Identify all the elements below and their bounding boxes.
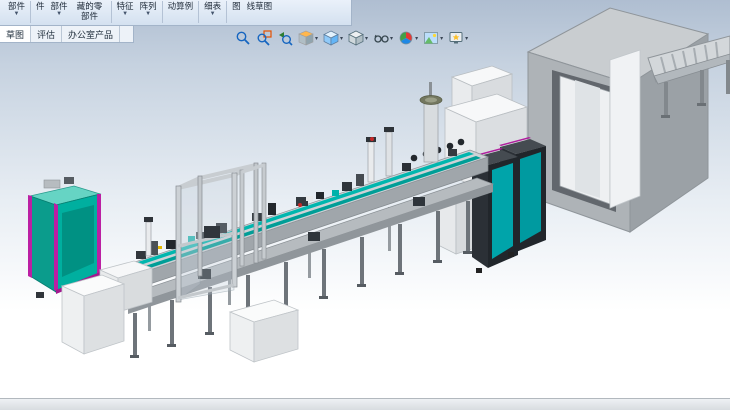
ribbon-tab-bar: 草图 评估 办公室产品 <box>0 26 134 43</box>
section-view-button[interactable]: ▾ <box>297 29 319 47</box>
zoom-to-area-icon <box>256 30 272 46</box>
display-style-icon <box>348 30 364 46</box>
dropdown-caret-icon: ▼ <box>56 11 62 18</box>
ribbon-item-label: 部件 <box>8 1 25 11</box>
solidworks-window: 部件 ▼ 件 部件 ▼ 藏的零部件 特征 ▼ 阵列 ▼ 动算例 细表 ▼ <box>0 0 730 410</box>
graphics-area[interactable] <box>0 0 730 398</box>
dropdown-caret-icon: ▼ <box>14 11 20 18</box>
view-orientation-button[interactable]: ▾ <box>322 29 344 47</box>
ribbon-item-bom[interactable]: 细表 ▼ <box>201 1 224 18</box>
tab-label: 办公室产品 <box>68 28 113 41</box>
ribbon-item-motion-study[interactable]: 动算例 <box>165 1 197 11</box>
large-machine-right[interactable] <box>528 8 708 232</box>
ribbon-item-label: 特征 <box>117 1 134 11</box>
dropdown-caret-icon: ▾ <box>390 35 393 42</box>
white-box-center[interactable] <box>230 300 298 362</box>
zoom-to-fit-button[interactable] <box>234 29 252 47</box>
zoom-to-area-button[interactable] <box>255 29 273 47</box>
ribbon-item-2[interactable]: 部件 ▼ <box>48 1 71 18</box>
display-style-button[interactable]: ▾ <box>347 29 369 47</box>
ribbon-item-label: 动算例 <box>168 1 194 11</box>
previous-view-icon <box>277 30 293 46</box>
ribbon-toolbar: 部件 ▼ 件 部件 ▼ 藏的零部件 特征 ▼ 阵列 ▼ 动算例 细表 ▼ <box>0 0 352 26</box>
dropdown-caret-icon: ▼ <box>122 11 128 18</box>
dropdown-caret-icon: ▾ <box>415 35 418 42</box>
ribbon-item-exploded-view[interactable]: 图 <box>229 1 244 11</box>
edit-appearance-icon <box>398 30 414 46</box>
ribbon-item-label: 线草图 <box>247 1 273 11</box>
heads-up-view-toolbar: ▾ ▾ ▾ ▾ ▾ ▾ ▾ <box>234 29 469 47</box>
tab-label: 草图 <box>6 28 24 41</box>
tab-office-products[interactable]: 办公室产品 <box>62 26 120 42</box>
ribbon-item-1[interactable]: 件 <box>33 1 48 11</box>
view-orientation-icon <box>323 30 339 46</box>
ribbon-item-label: 藏的零部件 <box>74 1 106 21</box>
ribbon-separator <box>226 1 227 23</box>
view-settings-button[interactable]: ▾ <box>447 29 469 47</box>
ribbon-item-label: 件 <box>36 1 45 11</box>
apply-scene-button[interactable]: ▾ <box>422 29 444 47</box>
ribbon-separator <box>162 1 163 23</box>
section-view-icon <box>298 30 314 46</box>
hide-show-items-icon <box>373 30 389 46</box>
ribbon-item-label: 细表 <box>204 1 221 11</box>
ribbon-separator <box>198 1 199 23</box>
tab-sketch[interactable]: 草图 <box>0 26 31 42</box>
tab-label: 评估 <box>37 28 55 41</box>
tab-evaluate[interactable]: 评估 <box>31 26 62 42</box>
ribbon-item-label: 图 <box>232 1 241 11</box>
dropdown-caret-icon: ▼ <box>145 11 151 18</box>
ribbon-item-label: 阵列 <box>140 1 157 11</box>
ribbon-item-pattern[interactable]: 阵列 ▼ <box>137 1 160 18</box>
hide-show-items-button[interactable]: ▾ <box>372 29 394 47</box>
previous-view-button[interactable] <box>276 29 294 47</box>
zoom-to-fit-icon <box>235 30 251 46</box>
ribbon-item-insert-components[interactable]: 部件 ▼ <box>5 1 28 18</box>
ribbon-item-label: 部件 <box>51 1 68 11</box>
status-bar <box>0 398 730 410</box>
edit-appearance-button[interactable]: ▾ <box>397 29 419 47</box>
dropdown-caret-icon: ▾ <box>340 35 343 42</box>
dropdown-caret-icon: ▾ <box>365 35 368 42</box>
dropdown-caret-icon: ▾ <box>465 35 468 42</box>
ribbon-separator <box>111 1 112 23</box>
ribbon-separator <box>30 1 31 23</box>
apply-scene-icon <box>423 30 439 46</box>
ribbon-item-features[interactable]: 特征 ▼ <box>114 1 137 18</box>
dropdown-caret-icon: ▼ <box>210 11 216 18</box>
ribbon-item-explode-sketch[interactable]: 线草图 <box>244 1 276 11</box>
dropdown-caret-icon: ▾ <box>440 35 443 42</box>
dropdown-caret-icon: ▾ <box>315 35 318 42</box>
ribbon-item-hidden-components[interactable]: 藏的零部件 <box>71 1 109 21</box>
view-settings-icon <box>448 30 464 46</box>
